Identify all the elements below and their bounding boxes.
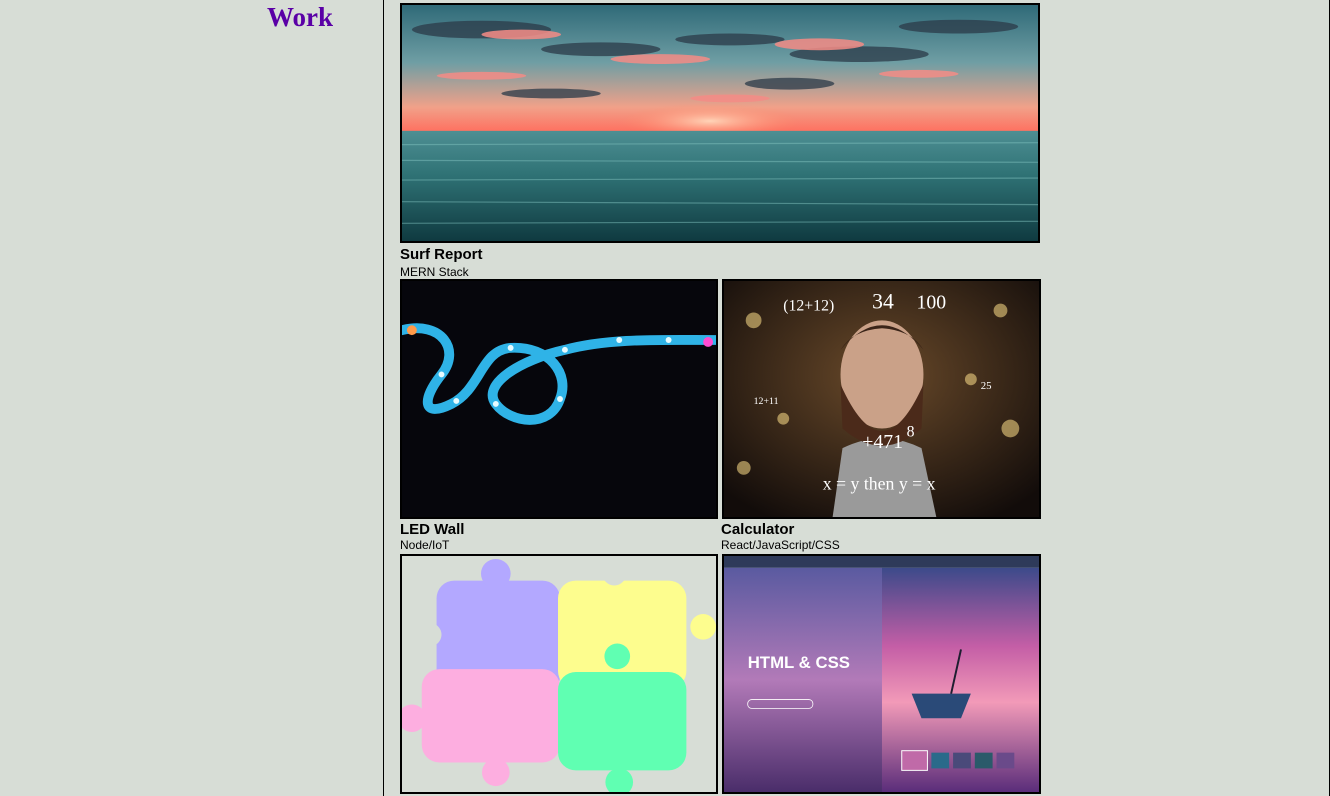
project-title-calculator[interactable]: Calculator [721, 522, 794, 538]
html-css-site-image[interactable]: HTML & CSS [722, 554, 1041, 794]
sidebar: Work [0, 0, 384, 796]
overlay-text-8: x = y then y = x [823, 474, 936, 494]
puzzle-image[interactable] [400, 554, 718, 794]
site-heading-text: HTML & CSS [748, 653, 850, 672]
calculator-image[interactable]: (12+12) 34 100 25 12+11 +471 8 x = y the… [722, 279, 1041, 519]
overlay-text-5: 12+11 [754, 396, 779, 407]
project-title-led-wall[interactable]: LED Wall [400, 522, 464, 538]
overlay-text-1: (12+12) [783, 298, 834, 315]
overlay-text-7: 8 [907, 423, 915, 440]
led-wall-image[interactable] [400, 279, 718, 519]
surf-report-image[interactable] [400, 3, 1040, 243]
project-title-surf-report[interactable]: Surf Report [400, 247, 483, 263]
project-stack-surf-report: MERN Stack [400, 265, 469, 279]
project-stack-led-wall: Node/IoT [400, 538, 450, 552]
work-nav-link[interactable]: Work [267, 2, 333, 33]
overlay-text-2: 34 [872, 290, 894, 314]
overlay-text-4: 25 [981, 380, 992, 392]
overlay-text-6: +471 [862, 431, 903, 453]
project-stack-calculator: React/JavaScript/CSS [721, 538, 840, 552]
overlay-text-3: 100 [917, 292, 947, 314]
